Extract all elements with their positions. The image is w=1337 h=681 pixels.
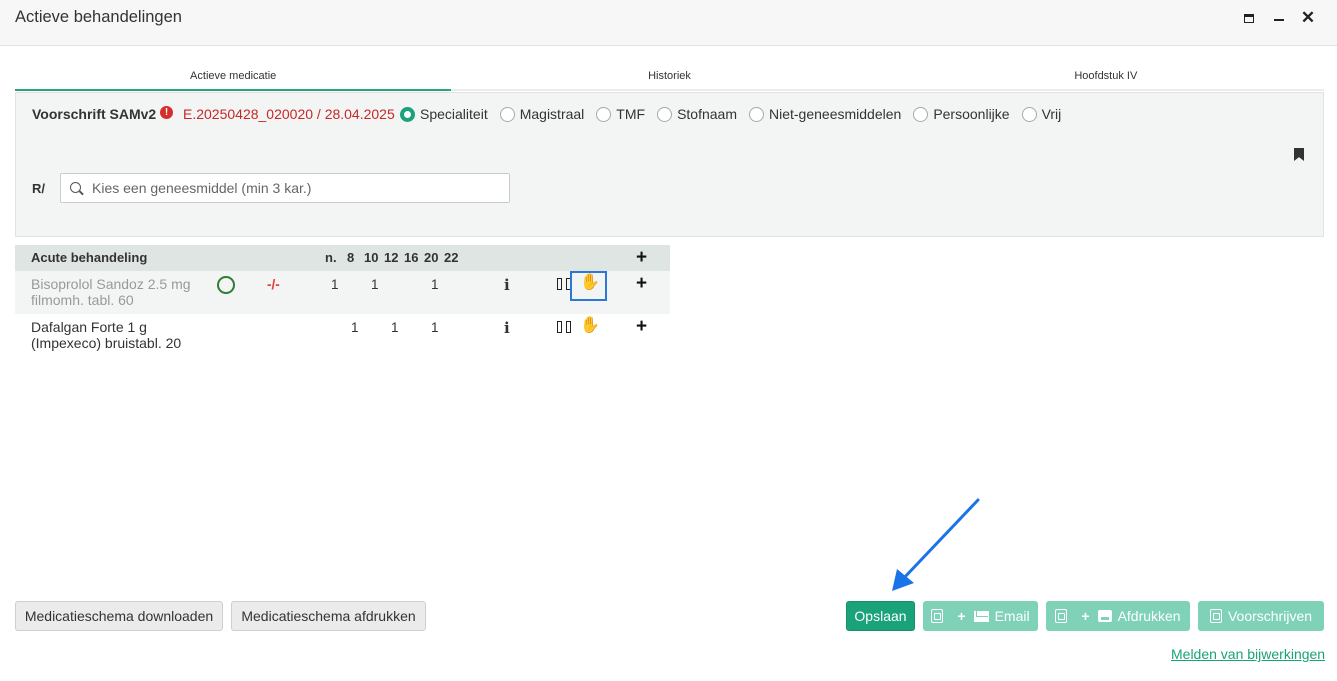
- window-titlebar: Actieve behandelingen ✕: [0, 0, 1337, 46]
- column-header-22: 22: [444, 250, 459, 265]
- plus-separator: +: [1081, 608, 1090, 624]
- radio-dot-icon: [749, 106, 764, 122]
- alert-icon[interactable]: !: [160, 106, 173, 119]
- radio-specialiteit[interactable]: Specialiteit: [400, 106, 488, 122]
- close-icon[interactable]: ✕: [1299, 8, 1317, 27]
- minimize-icon[interactable]: [1270, 9, 1288, 27]
- dose-8: 1: [351, 320, 359, 335]
- radio-persoonlijke[interactable]: Persoonlijke: [913, 106, 1010, 122]
- treatment-group-title: Acute behandeling: [31, 250, 148, 265]
- dose-20: 1: [431, 277, 439, 292]
- column-header-8: 8: [347, 250, 355, 265]
- info-icon[interactable]: i: [504, 319, 510, 337]
- email-button-label: Email: [994, 608, 1030, 624]
- prescription-label: Voorschrift SAMv2: [32, 106, 157, 122]
- radio-dot-icon: [499, 106, 515, 122]
- info-icon[interactable]: i: [504, 276, 510, 294]
- radio-dot-icon: [1021, 106, 1037, 122]
- rx-prefix: R/: [32, 181, 45, 196]
- treatment-table-header: Acute behandeling n. 8 10 12 16 20 22 +: [15, 245, 670, 271]
- tab-historiek[interactable]: Historiek: [451, 63, 887, 89]
- radio-dot-icon: [596, 106, 612, 122]
- window-title: Actieve behandelingen: [15, 8, 182, 26]
- radio-dot-icon: [657, 106, 673, 122]
- radio-stofnaam[interactable]: Stofnaam: [657, 106, 737, 122]
- prescription-type-group: Specialiteit Magistraal TMF Stofnaam Nie…: [400, 106, 1073, 122]
- dose-20: 1: [431, 320, 439, 335]
- prescription-id: E.20250428_020020 / 28.04.2025: [183, 106, 395, 122]
- pause-icon[interactable]: [557, 321, 571, 333]
- document-icon: [931, 609, 944, 623]
- add-row-button[interactable]: +: [636, 317, 647, 336]
- column-header-12: 12: [384, 250, 399, 265]
- tab-actieve-medicatie[interactable]: Actieve medicatie: [15, 63, 452, 91]
- print-schema-button[interactable]: Medicatieschema afdrukken: [231, 601, 426, 631]
- search-icon: [70, 182, 81, 193]
- radio-tmf[interactable]: TMF: [596, 106, 645, 122]
- treatment-table: Acute behandeling n. 8 10 12 16 20 22 + …: [15, 245, 670, 357]
- document-icon: [1055, 609, 1068, 623]
- dosage-dash: -/-: [267, 277, 280, 292]
- dose-12: 1: [391, 320, 399, 335]
- print-button-label: Afdrukken: [1117, 608, 1181, 624]
- annotation-arrow: [892, 498, 980, 591]
- dose-n: 1: [331, 277, 339, 292]
- column-header-n: n.: [325, 250, 337, 265]
- table-row[interactable]: Bisoprolol Sandoz 2.5 mg filmomh. tabl. …: [15, 271, 670, 314]
- email-button[interactable]: + Email: [923, 601, 1038, 631]
- prescribe-button[interactable]: Voorschrijven: [1198, 601, 1324, 631]
- column-header-10: 10: [364, 250, 379, 265]
- maximize-icon[interactable]: [1240, 9, 1258, 27]
- add-row-button[interactable]: +: [636, 274, 647, 293]
- status-circle-icon[interactable]: [217, 276, 235, 294]
- table-row[interactable]: Dafalgan Forte 1 g (Impexeco) bruistabl.…: [15, 314, 670, 357]
- radio-dot-icon: [913, 106, 929, 122]
- radio-vrij[interactable]: Vrij: [1021, 106, 1061, 122]
- download-schema-button[interactable]: Medicatieschema downloaden: [15, 601, 223, 631]
- radio-magistraal[interactable]: Magistraal: [499, 106, 584, 122]
- bookmark-icon[interactable]: [1294, 148, 1304, 161]
- printer-icon: [1097, 610, 1112, 622]
- drug-name: Bisoprolol Sandoz 2.5 mg filmomh. tabl. …: [31, 276, 191, 308]
- mail-icon: [973, 610, 989, 622]
- hand-icon[interactable]: ✋: [580, 275, 600, 291]
- prescribe-button-label: Voorschrijven: [1227, 608, 1313, 624]
- plus-separator: +: [957, 608, 966, 624]
- radio-dot-icon: [400, 106, 415, 122]
- save-button[interactable]: Opslaan: [846, 601, 915, 631]
- tab-hoofdstuk-iv[interactable]: Hoofdstuk IV: [888, 63, 1324, 89]
- medication-search: [60, 173, 510, 203]
- add-treatment-button[interactable]: +: [636, 248, 647, 267]
- dose-10: 1: [371, 277, 379, 292]
- print-button[interactable]: + Afdrukken: [1046, 601, 1190, 631]
- report-side-effects-link[interactable]: Melden van bijwerkingen: [1171, 646, 1325, 662]
- radio-niet-geneesmiddelen[interactable]: Niet-geneesmiddelen: [749, 106, 901, 122]
- drug-name: Dafalgan Forte 1 g (Impexeco) bruistabl.…: [31, 319, 182, 351]
- pause-icon[interactable]: [557, 278, 571, 290]
- tab-bar: Actieve medicatie Historiek Hoofdstuk IV: [15, 63, 1324, 91]
- medication-search-input[interactable]: [92, 174, 502, 202]
- document-icon: [1209, 609, 1222, 623]
- column-header-16: 16: [404, 250, 419, 265]
- prescription-panel: Voorschrift SAMv2 ! E.20250428_020020 / …: [15, 92, 1324, 237]
- column-header-20: 20: [424, 250, 439, 265]
- hand-icon[interactable]: ✋: [580, 318, 600, 334]
